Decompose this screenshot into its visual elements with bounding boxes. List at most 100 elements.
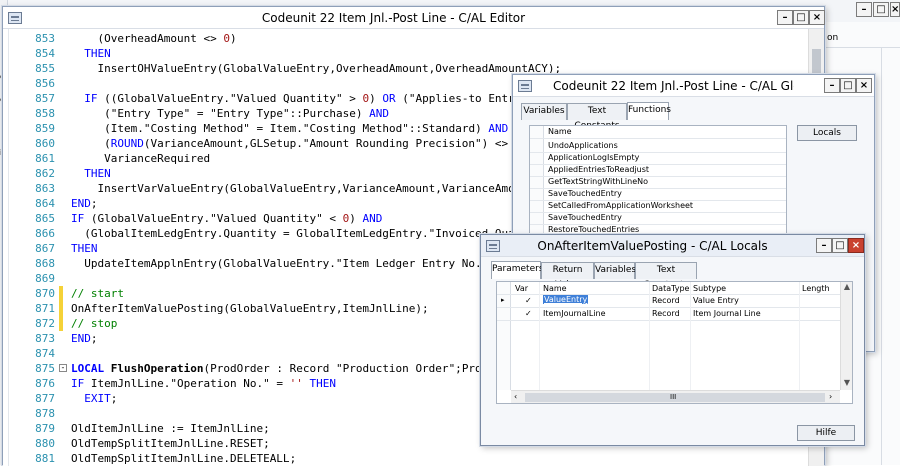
code-text: EXIT; (84, 392, 118, 405)
param-row-2-name[interactable]: ItemJournalLine (543, 309, 606, 318)
editor-maximize-button[interactable]: □ (793, 10, 809, 25)
bg-right-label: on (827, 33, 839, 43)
line-number: 861 (35, 152, 55, 165)
editor-title-bar[interactable]: Codeunit 22 Item Jnl.-Post Line - C/AL E… (3, 7, 825, 29)
code-text: (OverheadAmount <> 0) (71, 32, 237, 45)
bg-minimize-button[interactable]: – (856, 2, 872, 17)
code-text: InsertVarValueEntry(GlobalValueEntry,Var… (97, 182, 529, 195)
param-row-2-subtype[interactable]: Item Journal Line (693, 309, 761, 318)
function-list-item[interactable]: GetTextStringWithLineNo (548, 177, 648, 186)
function-list-item[interactable]: ApplicationLogIsEmpty (548, 153, 639, 162)
tab-variables[interactable]: Variables (594, 262, 636, 279)
globals-minimize-button[interactable]: – (824, 78, 840, 93)
bg-right-header: on (821, 30, 900, 48)
function-list-item[interactable]: SaveTouchedEntry (548, 189, 622, 198)
param-row-1-datatype[interactable]: Record (652, 296, 680, 305)
scroll-grip: III (670, 393, 677, 401)
tab-functions[interactable]: Functions (627, 102, 671, 120)
line-number: 864 (35, 197, 55, 210)
editor-app-icon (8, 12, 22, 24)
param-row-1-name[interactable]: ValueEntry (543, 295, 589, 304)
param-row-2-datatype[interactable]: Record (652, 309, 680, 318)
line-number: 862 (35, 167, 55, 180)
params-col-datatype: DataType (652, 284, 690, 293)
function-list-item[interactable]: AppliedEntriesToReadjust (548, 165, 649, 174)
params-hscroll-thumb[interactable]: III (525, 393, 825, 402)
code-text: THEN (71, 242, 98, 255)
locals-minimize-button[interactable]: – (816, 238, 832, 253)
bg-close-button[interactable]: × (890, 2, 900, 17)
params-horizontal-scrollbar[interactable]: ‹ III › (511, 390, 840, 403)
function-list-item[interactable]: SetCalledFromApplicationWorksheet (548, 201, 693, 210)
globals-maximize-button[interactable]: □ (840, 78, 856, 93)
tab-text-constants[interactable]: Text Constants (567, 103, 627, 131)
line-number: 859 (35, 122, 55, 135)
code-text: OnAfterItemValuePosting(GlobalValueEntry… (71, 302, 429, 315)
param-row-2-var[interactable]: ✓ (525, 309, 532, 318)
tab-parameters[interactable]: Parameters (491, 261, 544, 279)
help-button[interactable]: Hilfe (797, 425, 855, 441)
line-number: 874 (35, 347, 55, 360)
code-line[interactable]: 881 OldTempSplitItemJnlLine.DELETEALL; (3, 451, 808, 466)
scroll-left-icon[interactable]: ‹ (514, 392, 517, 401)
code-text: // stop (71, 317, 118, 330)
line-number: 875 (35, 362, 55, 375)
globals-title-bar[interactable]: Codeunit 22 Item Jnl.-Post Line - C/AL G… (513, 75, 874, 97)
locals-title-bar[interactable]: OnAfterItemValuePosting - C/AL Locals – … (481, 235, 864, 257)
code-line[interactable]: 854 THEN (3, 46, 808, 61)
line-number: 877 (35, 392, 55, 405)
line-number: 858 (35, 107, 55, 120)
change-marker (59, 316, 63, 331)
scroll-right-icon[interactable]: › (829, 392, 832, 401)
locals-button[interactable]: Locals (797, 125, 857, 141)
code-text: ("Entry Type" = "Entry Type"::Purchase) … (71, 107, 389, 120)
locals-close-button[interactable]: × (848, 238, 864, 253)
function-list-item[interactable]: UndoApplications (548, 141, 618, 150)
code-text: LOCAL FlushOperation(ProdOrder : Record … (71, 362, 495, 375)
functions-column-name: Name (548, 127, 572, 136)
globals-app-icon (518, 80, 532, 92)
line-number: 867 (35, 242, 55, 255)
line-number: 855 (35, 62, 55, 75)
editor-close-button[interactable]: × (809, 10, 825, 25)
params-vertical-scrollbar[interactable]: ▲ ▼ (840, 282, 852, 390)
tab-variables[interactable]: Variables (521, 103, 567, 120)
function-list-item[interactable]: SaveTouchedEntry (548, 213, 622, 222)
code-text: InsertOHValueEntry(GlobalValueEntry,Over… (97, 62, 562, 75)
line-number: 865 (35, 212, 55, 225)
line-number: 869 (35, 272, 55, 285)
line-number: 880 (35, 437, 55, 450)
code-text: (GlobalItemLedgEntry.Quantity = GlobalIt… (71, 227, 515, 240)
code-text: (ROUND(VarianceAmount,GLSetup."Amount Ro… (71, 137, 521, 150)
row-indicator-arrow: ▸ (501, 296, 505, 304)
param-row-1-var[interactable]: ✓ (525, 296, 532, 305)
globals-close-button[interactable]: × (856, 78, 872, 93)
code-text: (Item."Costing Method" = Item."Costing M… (71, 122, 509, 135)
code-text: IF ItemJnlLine."Operation No." = '' THEN (71, 377, 336, 390)
collapse-icon[interactable]: - (59, 364, 67, 372)
code-text: VarianceRequired (104, 152, 211, 165)
function-list-item[interactable]: RestoreTouchedEntries (548, 225, 639, 234)
scroll-down-icon[interactable]: ▼ (841, 378, 852, 387)
parameters-grid: Var Name DataType Subtype Length ▸ ✓ Val… (496, 281, 853, 404)
editor-title: Codeunit 22 Item Jnl.-Post Line - C/AL E… (261, 11, 526, 25)
line-number: 863 (35, 182, 55, 195)
locals-maximize-button[interactable]: □ (832, 238, 848, 253)
change-marker (59, 301, 63, 316)
param-row-1-subtype[interactable]: Value Entry (693, 296, 739, 305)
line-number: 876 (35, 377, 55, 390)
tab-text-constants[interactable]: Text Constants (635, 262, 697, 290)
code-line[interactable]: 853 (OverheadAmount <> 0) (3, 31, 808, 46)
line-number: 856 (35, 77, 55, 90)
line-number: 857 (35, 92, 55, 105)
bg-maximize-button[interactable]: □ (873, 2, 889, 17)
tab-return-value[interactable]: Return Value (541, 262, 594, 290)
locals-title: OnAfterItemValuePosting - C/AL Locals (537, 239, 768, 253)
globals-title: Codeunit 22 Item Jnl.-Post Line - C/AL G… (553, 79, 794, 93)
scroll-up-icon[interactable]: ▲ (841, 282, 852, 291)
line-number: 870 (35, 287, 55, 300)
line-number: 853 (35, 32, 55, 45)
editor-minimize-button[interactable]: – (777, 10, 793, 25)
locals-body: Parameters Return Value Variables Text C… (481, 257, 864, 445)
code-text: // start (71, 287, 124, 300)
